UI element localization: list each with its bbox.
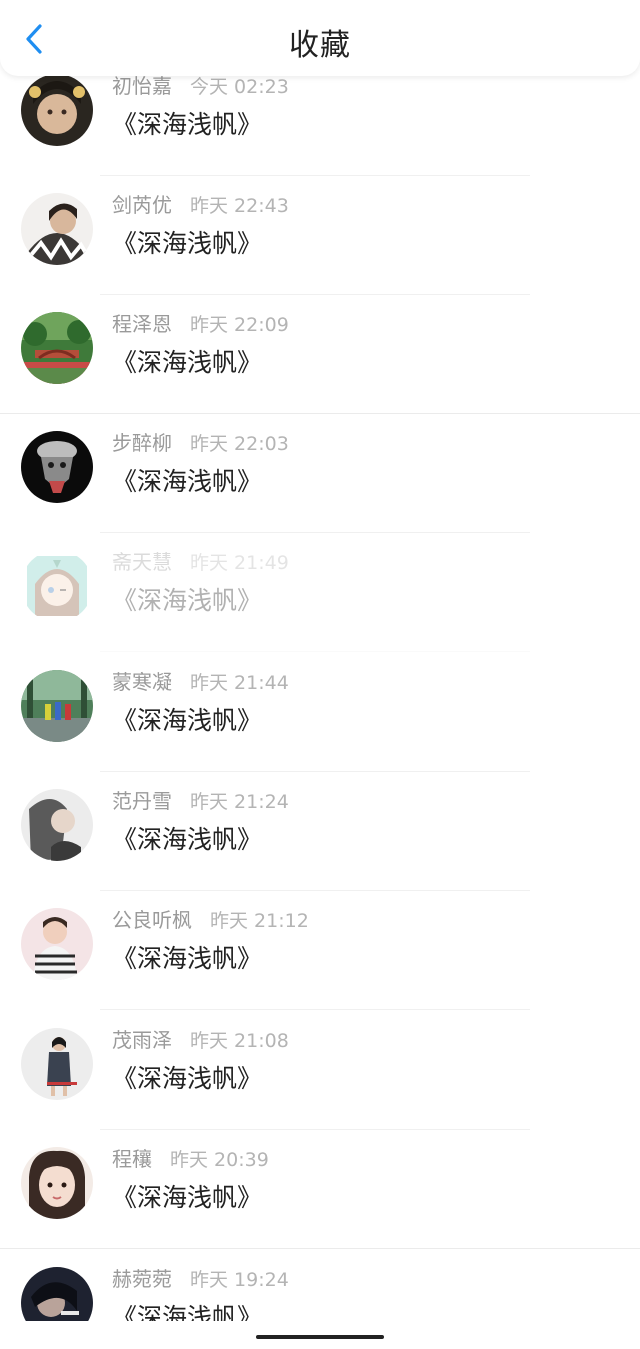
item-meta: 斋天慧 昨天 21:49 (112, 546, 289, 574)
favorite-title: 《深海浅帆》 (112, 706, 263, 735)
item-meta: 范丹雪 昨天 21:24 (112, 785, 289, 813)
user-name: 范丹雪 (112, 789, 172, 813)
list-item[interactable]: 步醉柳 昨天 22:03 《深海浅帆》 (0, 414, 640, 533)
favorite-title: 《深海浅帆》 (112, 1303, 263, 1321)
user-name: 茂雨泽 (112, 1028, 172, 1052)
user-name: 公良听枫 (112, 908, 192, 932)
timestamp: 昨天 21:49 (190, 552, 289, 574)
user-name: 剑芮优 (112, 193, 172, 217)
avatar (21, 1028, 93, 1100)
favorite-title: 《深海浅帆》 (112, 229, 263, 258)
timestamp: 今天 02:23 (190, 76, 289, 98)
item-meta: 蒙寒凝 昨天 21:44 (112, 666, 289, 694)
item-meta: 剑芮优 昨天 22:43 (112, 189, 289, 217)
timestamp: 昨天 19:24 (190, 1269, 289, 1291)
avatar (21, 789, 93, 861)
user-name: 斋天慧 (112, 550, 172, 574)
avatar (21, 1267, 93, 1321)
item-meta: 公良听枫 昨天 21:12 (112, 904, 309, 932)
list-item[interactable]: 茂雨泽 昨天 21:08 《深海浅帆》 (0, 1011, 640, 1130)
item-meta: 步醉柳 昨天 22:03 (112, 427, 289, 455)
favorite-title: 《深海浅帆》 (112, 467, 263, 496)
list-item[interactable]: 程泽恩 昨天 22:09 《深海浅帆》 (0, 295, 640, 414)
navigation-bar: 收藏 (0, 0, 640, 76)
timestamp: 昨天 22:09 (190, 314, 289, 336)
user-name: 赫菀菀 (112, 1267, 172, 1291)
item-meta: 茂雨泽 昨天 21:08 (112, 1024, 289, 1052)
favorite-title: 《深海浅帆》 (112, 944, 263, 973)
list-item[interactable]: 公良听枫 昨天 21:12 《深海浅帆》 (0, 891, 640, 1010)
user-name: 蒙寒凝 (112, 670, 172, 694)
item-meta: 程泽恩 昨天 22:09 (112, 308, 289, 336)
list-item[interactable]: 蒙寒凝 昨天 21:44 《深海浅帆》 (0, 653, 640, 772)
list-item[interactable]: 剑芮优 昨天 22:43 《深海浅帆》 (0, 176, 640, 295)
item-meta: 赫菀菀 昨天 19:24 (112, 1263, 289, 1291)
list-item[interactable]: 程穰 昨天 20:39 《深海浅帆》 (0, 1130, 640, 1249)
avatar (21, 193, 93, 265)
avatar (21, 312, 93, 384)
user-name: 程泽恩 (112, 312, 172, 336)
favorite-title: 《深海浅帆》 (112, 1064, 263, 1093)
timestamp: 昨天 21:08 (190, 1030, 289, 1052)
item-meta: 程穰 昨天 20:39 (112, 1143, 269, 1171)
timestamp: 昨天 20:39 (170, 1149, 269, 1171)
avatar (21, 431, 93, 503)
divider (0, 1248, 640, 1249)
favorite-title: 《深海浅帆》 (112, 586, 263, 615)
timestamp: 昨天 21:24 (190, 791, 289, 813)
avatar (21, 670, 93, 742)
timestamp: 昨天 22:03 (190, 433, 289, 455)
timestamp: 昨天 22:43 (190, 195, 289, 217)
avatar (21, 1147, 93, 1219)
user-name: 步醉柳 (112, 431, 172, 455)
avatar (21, 908, 93, 980)
favorite-title: 《深海浅帆》 (112, 110, 263, 139)
list-item[interactable]: 赫菀菀 昨天 19:24 《深海浅帆》 (0, 1250, 640, 1321)
user-name: 程穰 (112, 1147, 152, 1171)
divider (100, 1009, 530, 1010)
timestamp: 昨天 21:12 (210, 910, 309, 932)
list-item[interactable]: 斋天慧 昨天 21:49 《深海浅帆》 (0, 533, 640, 652)
page-title: 收藏 (289, 28, 351, 63)
avatar (21, 550, 93, 622)
timestamp: 昨天 21:44 (190, 672, 289, 694)
user-name: 初怡嘉 (112, 74, 172, 98)
list-item[interactable]: 范丹雪 昨天 21:24 《深海浅帆》 (0, 772, 640, 891)
favorite-title: 《深海浅帆》 (112, 348, 263, 377)
home-indicator[interactable] (256, 1335, 384, 1339)
favorite-title: 《深海浅帆》 (112, 825, 263, 854)
favorite-title: 《深海浅帆》 (112, 1183, 263, 1212)
avatar (21, 74, 93, 146)
divider (100, 651, 530, 652)
favorites-list: 初怡嘉今天 02:23 《深海浅帆》 剑芮优昨天 22:43 《深海浅帆》 (0, 0, 640, 1321)
